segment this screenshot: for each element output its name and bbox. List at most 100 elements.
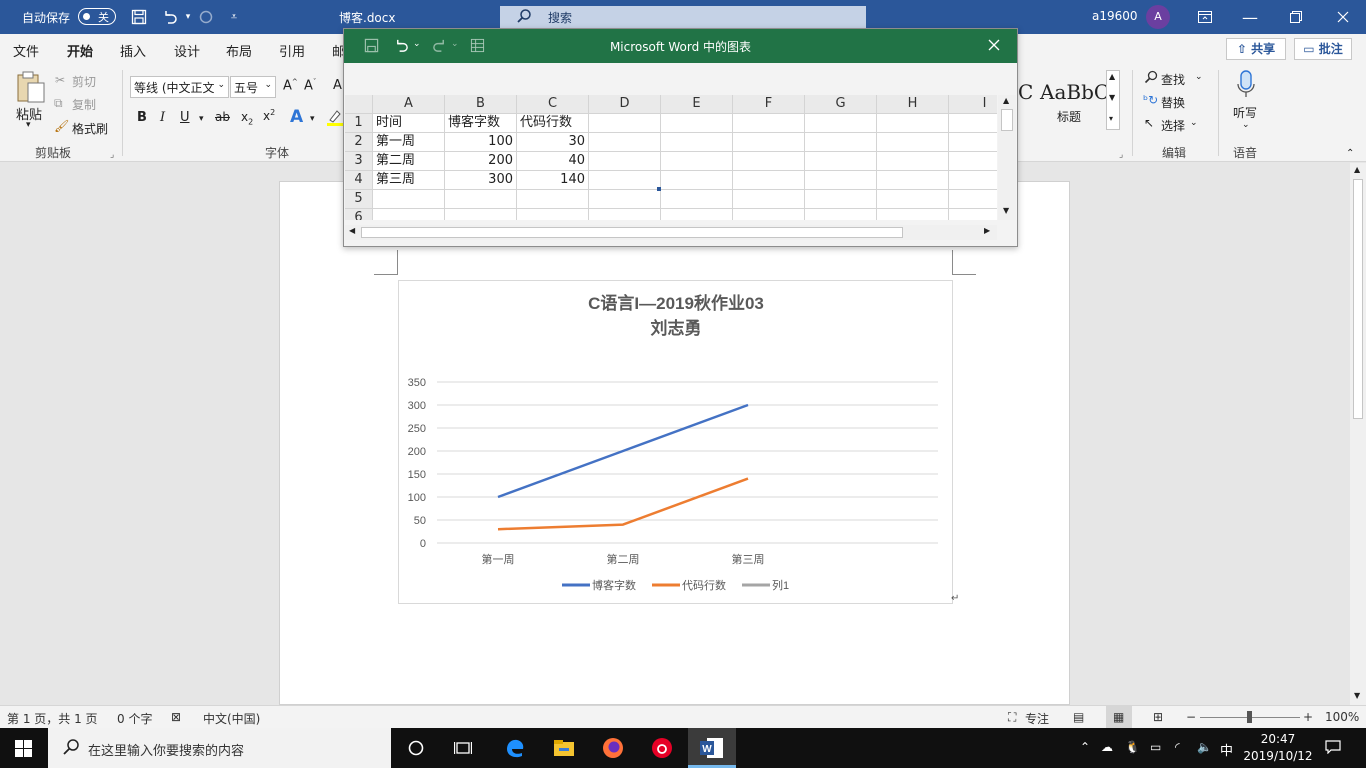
column-header[interactable]: B [445,95,517,114]
column-header[interactable]: A [373,95,445,114]
tab-layout[interactable]: 布局 [226,41,252,60]
wifi-icon[interactable]: ◜ [1175,740,1180,754]
empty-cell[interactable] [805,209,877,220]
focus-mode[interactable]: 专注 [1025,710,1049,727]
autosave-toggle[interactable]: 关 [78,8,116,25]
language-indicator[interactable]: 中文(中国) [203,710,260,727]
redo-dropdown-icon[interactable]: ⌄ [451,39,459,49]
empty-cell[interactable] [805,152,877,171]
strikethrough-icon[interactable]: ab [215,110,230,124]
format-painter-label[interactable]: 格式刷 [72,120,108,137]
task-view-icon[interactable] [443,732,483,764]
column-header[interactable]: E [661,95,733,114]
styles-launcher-icon[interactable]: ⌟ [1119,150,1123,160]
data-cell[interactable]: 第二周 [373,152,445,171]
column-header[interactable]: D [589,95,661,114]
empty-cell[interactable] [877,190,949,209]
data-cell[interactable]: 第三周 [373,171,445,190]
close-icon[interactable] [1333,7,1353,27]
empty-cell[interactable] [877,171,949,190]
empty-cell[interactable] [661,190,733,209]
empty-cell[interactable] [589,190,661,209]
find-label[interactable]: 查找 [1161,71,1185,88]
empty-cell[interactable] [661,152,733,171]
chevron-up-icon[interactable]: ▲ [1003,96,1009,105]
find-icon[interactable] [1144,70,1158,87]
datasheet-grid[interactable]: A B C D E F G H I 1 2 3 4 5 6 时间 博客字数 代码… [345,95,997,220]
undo-icon[interactable] [160,7,180,27]
undo-dropdown-icon[interactable]: ⌄ [413,39,421,49]
text-effects-dropdown-icon[interactable]: ▾ [310,114,315,124]
collapse-ribbon-icon[interactable]: ⌃ [1346,148,1354,159]
save-icon[interactable] [364,38,379,56]
file-explorer-icon[interactable] [544,732,584,764]
empty-cell[interactable] [805,133,877,152]
onedrive-icon[interactable]: ☁ [1101,740,1113,754]
empty-cell[interactable] [589,152,661,171]
highlight-icon[interactable] [327,108,343,129]
data-cell[interactable]: 300 [445,171,517,190]
column-header[interactable]: C [517,95,589,114]
empty-cell[interactable] [733,209,805,220]
data-cell[interactable]: 100 [445,133,517,152]
empty-cell[interactable] [733,152,805,171]
style-sample-cut[interactable]: C [1018,80,1033,104]
empty-cell[interactable] [949,133,997,152]
chevron-down-icon[interactable]: ▼ [1003,206,1009,215]
microphone-icon[interactable] [1235,70,1257,103]
datasheet-horizontal-scrollbar[interactable]: ◀ ▶ [345,225,997,240]
cut-label[interactable]: 剪切 [72,73,96,90]
tab-design[interactable]: 设计 [174,41,200,60]
proofing-icon[interactable]: ⊠ [171,710,181,724]
column-header[interactable]: I [949,95,997,114]
cut-icon[interactable]: ✂ [55,73,65,87]
grow-font-icon[interactable]: A^ [283,78,298,93]
tray-expand-icon[interactable]: ⌃ [1080,740,1090,754]
share-button[interactable]: ⇧ 共享 [1226,38,1286,60]
empty-cell[interactable] [805,190,877,209]
firefox-icon[interactable] [593,732,633,764]
superscript-icon[interactable]: x2 [263,108,275,123]
battery-icon[interactable]: ▭ [1150,740,1161,754]
clipboard-launcher-icon[interactable]: ⌟ [110,150,114,160]
data-cell[interactable]: 40 [517,152,589,171]
select-icon[interactable]: ↖ [1144,116,1154,130]
data-cell[interactable]: 时间 [373,114,445,133]
tab-home[interactable]: 开始 [67,41,94,67]
clock[interactable]: 20:47 2019/10/12 [1238,731,1318,765]
empty-cell[interactable] [733,190,805,209]
chevron-left-icon[interactable]: ◀ [349,226,355,235]
row-header[interactable]: 4 [345,171,373,190]
empty-cell[interactable] [949,171,997,190]
empty-cell[interactable] [589,209,661,220]
cortana-icon[interactable] [396,732,436,764]
close-icon[interactable] [988,39,1000,54]
empty-cell[interactable] [877,133,949,152]
data-cell[interactable]: 200 [445,152,517,171]
find-dropdown-icon[interactable]: ⌄ [1195,72,1203,82]
empty-cell[interactable] [877,114,949,133]
empty-cell[interactable] [661,133,733,152]
empty-cell[interactable] [445,209,517,220]
notification-icon[interactable] [1325,740,1341,757]
styles-gallery-scroll[interactable]: ▲ ▼ ▾ [1106,70,1120,130]
empty-cell[interactable] [661,209,733,220]
zoom-slider-thumb[interactable] [1247,711,1252,723]
data-cell[interactable]: 30 [517,133,589,152]
shrink-font-icon[interactable]: Aˇ [304,78,316,93]
empty-cell[interactable] [949,190,997,209]
chevron-right-icon[interactable]: ▶ [984,226,990,235]
copy-label[interactable]: 复制 [72,96,96,113]
data-cell[interactable]: 代码行数 [517,114,589,133]
empty-cell[interactable] [949,209,997,220]
empty-cell[interactable] [661,114,733,133]
zoom-in-icon[interactable]: + [1303,710,1313,724]
paste-icon[interactable] [16,70,46,107]
style-heading-label[interactable]: 标题 [1057,108,1081,125]
volume-icon[interactable]: 🔈 [1197,740,1212,754]
row-header[interactable]: 5 [345,190,373,209]
empty-cell[interactable] [373,209,445,220]
format-painter-icon[interactable]: 🖌 [54,119,69,133]
dictate-label[interactable]: 听写 [1233,104,1257,121]
select-label[interactable]: 选择 [1161,117,1185,134]
